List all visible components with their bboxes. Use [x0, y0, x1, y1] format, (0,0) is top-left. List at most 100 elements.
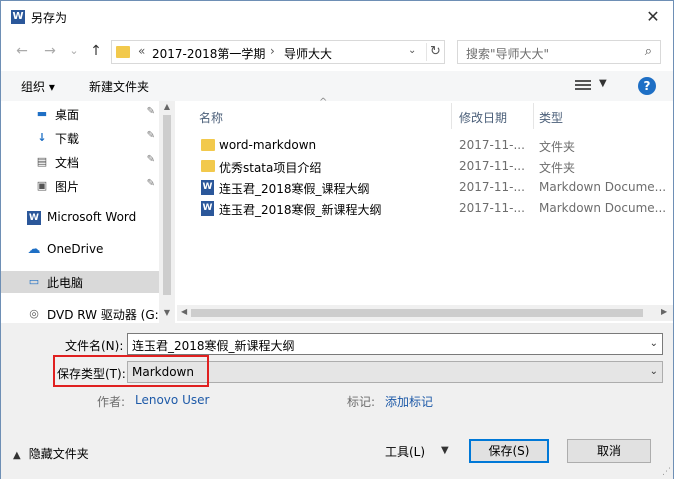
breadcrumb-current-folder[interactable]: 导师大大 — [284, 45, 332, 62]
file-type: Markdown Docume... — [539, 201, 665, 215]
folder-icon — [116, 46, 130, 58]
save-type-value: Markdown — [132, 365, 194, 379]
nav-item-desktop[interactable]: ▬ 桌面 ✎ — [1, 103, 159, 125]
filename-field[interactable]: 连玉君_2018寒假_新课程大纲 ⌄ — [127, 333, 663, 355]
nav-label: 此电脑 — [47, 276, 84, 290]
back-arrow-icon[interactable]: ← — [13, 43, 31, 59]
pin-icon[interactable]: ✎ — [147, 154, 155, 165]
folder-icon — [201, 139, 215, 151]
scroll-up-icon[interactable]: ▲ — [159, 101, 175, 113]
nav-item-microsoft-word[interactable]: W Microsoft Word — [1, 207, 159, 229]
word-document-icon: W — [201, 180, 214, 195]
address-dropdown-icon[interactable]: ⌄ — [408, 45, 416, 56]
pin-icon[interactable]: ✎ — [147, 106, 155, 117]
file-name: word-markdown — [219, 138, 317, 152]
nav-scrollbar[interactable]: ▲ ▼ — [159, 101, 175, 323]
pin-icon[interactable]: ✎ — [147, 178, 155, 189]
scroll-down-icon[interactable]: ▼ — [159, 307, 175, 319]
scroll-right-icon[interactable]: ▶ — [661, 307, 667, 316]
search-placeholder: 搜索"导师大大" — [466, 47, 550, 61]
file-row[interactable]: W 连玉君_2018寒假_新课程大纲 2017-11-... Markdown … — [177, 198, 673, 219]
recent-locations-chevron-icon[interactable]: ⌄ — [65, 43, 83, 59]
save-type-select[interactable]: Markdown ⌄ — [127, 361, 663, 383]
filename-label: 文件名(N): — [65, 339, 124, 353]
resize-grip-icon[interactable]: ⋰ — [662, 467, 671, 477]
file-name: 优秀stata项目介绍 — [219, 161, 322, 175]
author-value[interactable]: Lenovo User — [135, 393, 209, 407]
file-date: 2017-11-... — [459, 201, 525, 215]
file-list: ^ 名称 修改日期 类型 word-markdown 2017-11-... 文… — [177, 97, 673, 323]
nav-label: OneDrive — [47, 242, 104, 256]
scroll-thumb[interactable] — [191, 309, 643, 317]
file-type: 文件夹 — [539, 140, 576, 154]
nav-label: 下载 — [55, 132, 80, 146]
forward-arrow-icon[interactable]: → — [41, 43, 59, 59]
address-bar[interactable]: « 2017-2018第一学期 › 导师大大 ⌄ ↻ — [111, 40, 445, 64]
file-row[interactable]: word-markdown 2017-11-... 文件夹 — [177, 135, 673, 156]
hide-folders-label: 隐藏文件夹 — [28, 447, 89, 461]
new-folder-button[interactable]: 新建文件夹 — [89, 78, 149, 95]
save-type-label: 保存类型(T): — [57, 367, 126, 381]
nav-label: DVD RW 驱动器 (G:) — [47, 308, 164, 322]
document-icon: ▤ — [36, 155, 48, 168]
breadcrumb-semester[interactable]: 2017-2018第一学期 — [152, 45, 265, 62]
address-row: ← → ⌄ ↑ « 2017-2018第一学期 › 导师大大 ⌄ ↻ 搜索"导师… — [1, 37, 673, 65]
download-icon: ↓ — [37, 131, 47, 144]
column-header-type[interactable]: 类型 — [535, 101, 665, 131]
search-input[interactable]: 搜索"导师大大" ⌕ — [457, 40, 661, 64]
scroll-left-icon[interactable]: ◀ — [181, 307, 187, 316]
nav-item-this-pc[interactable]: ▭ 此电脑 — [1, 271, 159, 293]
pin-icon[interactable]: ✎ — [147, 130, 155, 141]
nav-item-downloads[interactable]: ↓ 下载 ✎ — [1, 127, 159, 149]
horizontal-scrollbar[interactable]: ◀ ▶ — [177, 305, 673, 321]
nav-item-dvd-drive[interactable]: ◎ DVD RW 驱动器 (G:) — [1, 303, 163, 323]
column-divider[interactable] — [533, 103, 534, 129]
hide-folders-toggle[interactable]: ▲ 隐藏文件夹 — [13, 445, 89, 462]
file-date: 2017-11-... — [459, 159, 525, 173]
overflow-chevron-icon[interactable]: « — [138, 44, 145, 58]
file-type: Markdown Docume... — [539, 180, 665, 194]
column-header-modified[interactable]: 修改日期 — [453, 101, 533, 131]
file-row[interactable]: W 连玉君_2018寒假_课程大纲 2017-11-... Markdown D… — [177, 177, 673, 198]
file-date: 2017-11-... — [459, 138, 525, 152]
save-button[interactable]: 保存(S) — [469, 439, 549, 463]
scroll-thumb[interactable] — [163, 115, 171, 295]
picture-icon: ▣ — [36, 179, 48, 192]
cancel-button[interactable]: 取消 — [567, 439, 651, 463]
column-divider[interactable] — [451, 103, 452, 129]
view-options-icon[interactable] — [575, 80, 593, 92]
help-icon[interactable]: ? — [638, 77, 656, 95]
word-document-icon: W — [201, 201, 214, 216]
nav-label: 桌面 — [55, 108, 80, 122]
cloud-icon: ☁ — [27, 242, 41, 257]
nav-label: 文档 — [55, 156, 80, 170]
column-header-name[interactable]: 名称 — [177, 101, 451, 131]
column-type-label: 类型 — [539, 111, 564, 125]
nav-item-onedrive[interactable]: ☁ OneDrive — [1, 239, 159, 261]
tools-button[interactable]: 工具(L) — [385, 443, 425, 460]
search-icon[interactable]: ⌕ — [645, 44, 652, 59]
view-dropdown-chevron-icon[interactable]: ▼ — [599, 78, 607, 89]
add-tags-link[interactable]: 添加标记 — [385, 393, 433, 410]
up-arrow-icon[interactable]: ↑ — [87, 43, 105, 59]
refresh-icon[interactable]: ↻ — [426, 43, 444, 61]
tools-dropdown-icon[interactable]: ▼ — [441, 445, 449, 456]
command-toolbar: 组织 ▾ 新建文件夹 ▼ ? — [1, 71, 673, 101]
column-name-label: 名称 — [199, 111, 224, 125]
chevron-down-icon[interactable]: ⌄ — [650, 338, 658, 349]
column-modified-label: 修改日期 — [459, 111, 508, 125]
dialog-title: 另存为 — [31, 11, 68, 25]
filename-value: 连玉君_2018寒假_新课程大纲 — [132, 339, 295, 353]
nav-item-pictures[interactable]: ▣ 图片 ✎ — [1, 175, 159, 197]
chevron-up-icon: ▲ — [13, 450, 21, 461]
organize-button[interactable]: 组织 ▾ — [21, 78, 55, 95]
file-date: 2017-11-... — [459, 180, 525, 194]
file-row[interactable]: 优秀stata项目介绍 2017-11-... 文件夹 — [177, 156, 673, 177]
close-button[interactable]: ✕ — [641, 5, 665, 29]
chevron-down-icon[interactable]: ⌄ — [650, 366, 658, 377]
navigation-pane: ▬ 桌面 ✎ ↓ 下载 ✎ ▤ 文档 ✎ ▣ 图片 ✎ W Microsoft … — [1, 101, 175, 323]
dvd-icon: ◎ — [29, 307, 39, 320]
nav-item-documents[interactable]: ▤ 文档 ✎ — [1, 151, 159, 173]
word-icon: W — [27, 211, 41, 225]
breadcrumb-separator-icon[interactable]: › — [270, 44, 275, 58]
